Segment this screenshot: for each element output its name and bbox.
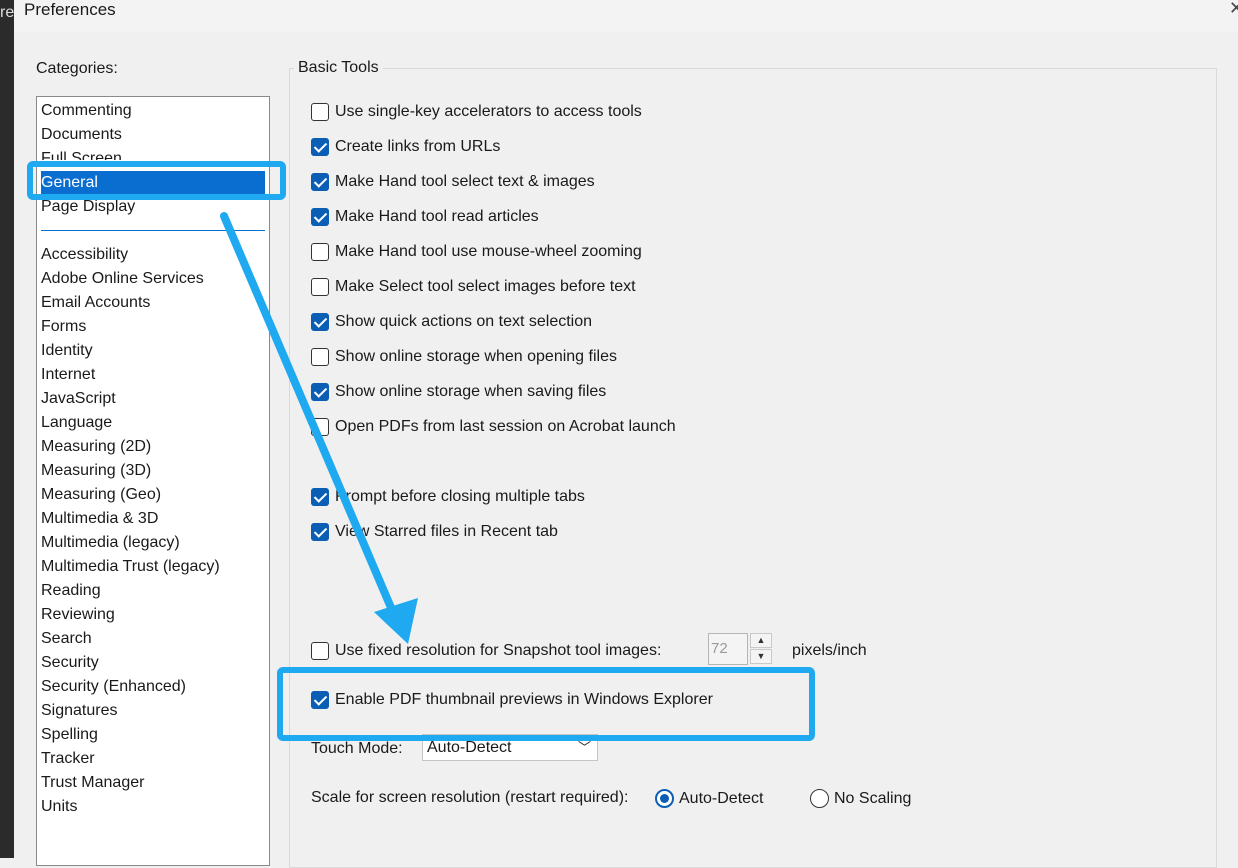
option-label: Make Select tool select images before te… <box>335 278 636 295</box>
option-open-last-session[interactable]: Open PDFs from last session on Acrobat l… <box>311 416 676 438</box>
touch-mode-label: Touch Mode: <box>311 740 403 757</box>
title-bar: Preferences ✕ <box>14 0 1238 32</box>
category-security[interactable]: Security <box>41 651 99 675</box>
categories-label: Categories: <box>36 60 118 77</box>
background-app-text: re <box>0 4 14 21</box>
category-search[interactable]: Search <box>41 627 92 651</box>
category-multimedia-3d[interactable]: Multimedia & 3D <box>41 507 158 531</box>
option-label: Show online storage when saving files <box>335 383 607 400</box>
checkbox[interactable] <box>311 418 329 436</box>
background-app: re <box>0 0 14 858</box>
checkbox[interactable] <box>311 523 329 541</box>
category-trust-manager[interactable]: Trust Manager <box>41 771 144 795</box>
option-label: Use single-key accelerators to access to… <box>335 103 642 120</box>
category-email-accounts[interactable]: Email Accounts <box>41 291 150 315</box>
category-tracker[interactable]: Tracker <box>41 747 95 771</box>
option-storage-opening[interactable]: Show online storage when opening files <box>311 346 617 368</box>
highlight-general <box>27 161 286 200</box>
category-multimedia-legacy[interactable]: Multimedia (legacy) <box>41 531 180 555</box>
scale-auto-detect[interactable]: Auto-Detect <box>655 789 763 808</box>
scale-no-scaling[interactable]: No Scaling <box>810 789 911 808</box>
checkbox[interactable] <box>311 278 329 296</box>
category-separator <box>41 230 265 231</box>
checkbox[interactable] <box>311 488 329 506</box>
category-multimedia-trust-legacy[interactable]: Multimedia Trust (legacy) <box>41 555 220 579</box>
category-measuring-geo[interactable]: Measuring (Geo) <box>41 483 161 507</box>
option-label: Create links from URLs <box>335 138 501 155</box>
radio-label: Auto-Detect <box>679 789 764 807</box>
option-label: Show online storage when opening files <box>335 348 617 365</box>
category-accessibility[interactable]: Accessibility <box>41 243 128 267</box>
option-label: Make Hand tool use mouse-wheel zooming <box>335 243 642 260</box>
category-documents[interactable]: Documents <box>41 123 122 147</box>
category-measuring-3d[interactable]: Measuring (3D) <box>41 459 151 483</box>
category-security-enhanced[interactable]: Security (Enhanced) <box>41 675 186 699</box>
checkbox[interactable] <box>311 243 329 261</box>
checkbox[interactable] <box>311 348 329 366</box>
resolution-stepper[interactable]: 72 ▲ ▼ <box>708 633 774 665</box>
close-icon[interactable]: ✕ <box>1229 0 1238 19</box>
category-language[interactable]: Language <box>41 411 112 435</box>
option-create-links[interactable]: Create links from URLs <box>311 136 500 158</box>
resolution-input[interactable]: 72 <box>708 633 748 665</box>
category-spelling[interactable]: Spelling <box>41 723 98 747</box>
categories-list[interactable]: Commenting Documents Full Screen General… <box>36 96 270 866</box>
option-label: Prompt before closing multiple tabs <box>335 488 585 505</box>
checkbox[interactable] <box>311 208 329 226</box>
category-reading[interactable]: Reading <box>41 579 101 603</box>
stepper-up-icon[interactable]: ▲ <box>750 633 772 648</box>
scale-label: Scale for screen resolution (restart req… <box>311 789 629 806</box>
resolution-unit: pixels/inch <box>792 642 867 659</box>
category-reviewing[interactable]: Reviewing <box>41 603 115 627</box>
checkbox[interactable] <box>311 138 329 156</box>
option-select-images-first[interactable]: Make Select tool select images before te… <box>311 276 636 298</box>
option-storage-saving[interactable]: Show online storage when saving files <box>311 381 606 403</box>
basic-tools-title: Basic Tools <box>294 59 383 77</box>
checkbox[interactable] <box>311 313 329 331</box>
window-title: Preferences <box>24 0 116 19</box>
option-hand-read-articles[interactable]: Make Hand tool read articles <box>311 206 539 228</box>
option-label: Open PDFs from last session on Acrobat l… <box>335 418 676 435</box>
category-adobe-online-services[interactable]: Adobe Online Services <box>41 267 204 291</box>
checkbox[interactable] <box>311 642 329 660</box>
highlight-thumbnail-option <box>277 667 815 741</box>
option-label: Use fixed resolution for Snapshot tool i… <box>335 642 662 659</box>
category-signatures[interactable]: Signatures <box>41 699 118 723</box>
category-identity[interactable]: Identity <box>41 339 93 363</box>
option-prompt-close-tabs[interactable]: Prompt before closing multiple tabs <box>311 486 585 508</box>
category-commenting[interactable]: Commenting <box>41 99 132 123</box>
option-label: View Starred files in Recent tab <box>335 523 558 540</box>
checkbox[interactable] <box>311 103 329 121</box>
checkbox[interactable] <box>311 383 329 401</box>
option-hand-select-text[interactable]: Make Hand tool select text & images <box>311 171 595 193</box>
option-single-key-accelerators[interactable]: Use single-key accelerators to access to… <box>311 101 642 123</box>
category-javascript[interactable]: JavaScript <box>41 387 116 411</box>
option-label: Make Hand tool read articles <box>335 208 539 225</box>
radio-button[interactable] <box>810 789 829 808</box>
option-label: Make Hand tool select text & images <box>335 173 595 190</box>
option-hand-wheel-zoom[interactable]: Make Hand tool use mouse-wheel zooming <box>311 241 642 263</box>
category-units[interactable]: Units <box>41 795 77 819</box>
category-measuring-2d[interactable]: Measuring (2D) <box>41 435 151 459</box>
option-quick-actions[interactable]: Show quick actions on text selection <box>311 311 592 333</box>
stepper-down-icon[interactable]: ▼ <box>750 649 772 664</box>
option-starred-files[interactable]: View Starred files in Recent tab <box>311 521 558 543</box>
category-forms[interactable]: Forms <box>41 315 86 339</box>
category-full-screen[interactable]: Full Screen <box>41 147 122 160</box>
category-internet[interactable]: Internet <box>41 363 95 387</box>
option-label: Show quick actions on text selection <box>335 313 593 330</box>
radio-button[interactable] <box>655 789 674 808</box>
touch-mode-value: Auto-Detect <box>427 739 512 756</box>
checkbox[interactable] <box>311 173 329 191</box>
option-fixed-snapshot-resolution[interactable]: Use fixed resolution for Snapshot tool i… <box>311 640 661 662</box>
radio-label: No Scaling <box>834 789 912 807</box>
